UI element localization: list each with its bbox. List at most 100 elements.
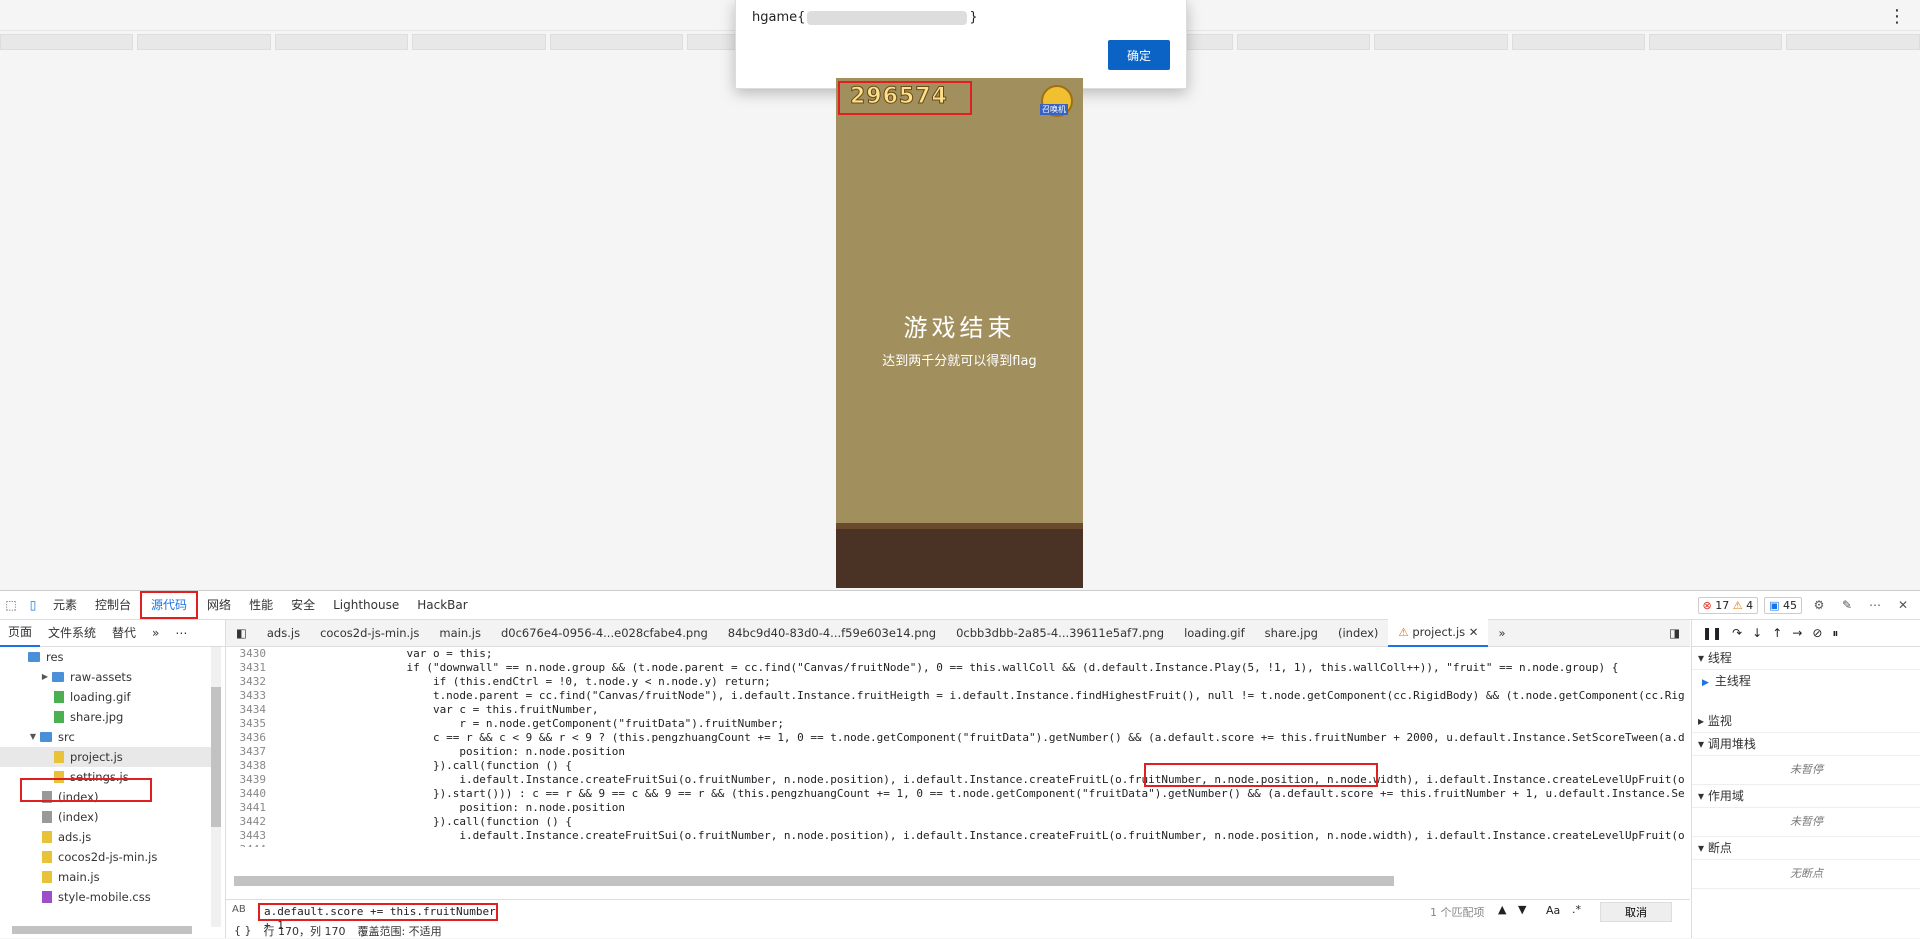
code-area[interactable]: 3430 var o = this; 3431 if ("downwall" ==… — [226, 647, 1690, 847]
toggle-navigator-icon[interactable]: ◧ — [226, 620, 257, 646]
tree-item[interactable]: share.jpg — [0, 707, 215, 727]
file-tab[interactable]: 84bc9d40-83d0-4...f59e603e14.png — [718, 620, 946, 646]
code-line[interactable]: 3442 }).call(function () { — [226, 815, 1690, 829]
line-number[interactable]: 3440 — [226, 787, 274, 801]
close-tab-icon[interactable]: ✕ — [1469, 625, 1479, 639]
tree-item[interactable]: loading.gif — [0, 687, 215, 707]
file-tab[interactable]: cocos2d-js-min.js — [310, 620, 429, 646]
tab-performance[interactable]: 性能 — [240, 591, 282, 619]
scope-header[interactable]: ▾ 作用域 — [1692, 785, 1920, 808]
tab-filesystem[interactable]: 文件系统 — [40, 620, 104, 646]
tree-item[interactable]: (index) — [0, 807, 215, 827]
tree-item[interactable]: cocos2d-js-min.js — [0, 847, 215, 867]
collapse-icon[interactable]: ▼ — [28, 727, 38, 747]
code-line[interactable]: 3443 i.default.Instance.createFruitSui(o… — [226, 829, 1690, 843]
prev-match-icon[interactable]: ▲ — [1498, 903, 1506, 916]
file-tab[interactable]: (index) — [1328, 620, 1388, 646]
line-number[interactable]: 3431 — [226, 661, 274, 675]
deactivate-breakpoints-icon[interactable]: ⊘ — [1812, 626, 1822, 640]
tree-item[interactable]: ▼ src — [0, 727, 215, 747]
game-canvas[interactable]: 296574 游戏结束 达到两千分就可以得到flag — [836, 78, 1083, 588]
next-match-icon[interactable]: ▼ — [1518, 903, 1526, 916]
issue-counter[interactable]: ⊗ 17 ⚠ 4 — [1697, 596, 1759, 614]
pause-icon[interactable]: ❚❚ — [1702, 626, 1722, 640]
line-number[interactable]: 3430 — [226, 647, 274, 661]
code-line[interactable]: 3439 i.default.Instance.createFruitSui(o… — [226, 773, 1690, 787]
settings-gear-icon[interactable]: ⚙ — [1808, 594, 1830, 616]
code-line[interactable]: 3433 t.node.parent = cc.find("Canvas/fru… — [226, 689, 1690, 703]
code-line[interactable]: 3430 var o = this; — [226, 647, 1690, 661]
line-number[interactable]: 3432 — [226, 675, 274, 689]
code-line[interactable]: 3435 r = n.node.getComponent("fruitData"… — [226, 717, 1690, 731]
tree-item[interactable]: ads.js — [0, 827, 215, 847]
tab-hackbar[interactable]: HackBar — [408, 591, 476, 619]
replace-toggle-icon[interactable]: AB — [232, 904, 246, 915]
tab-network[interactable]: 网络 — [198, 591, 240, 619]
match-case-button[interactable]: Aa — [1546, 904, 1560, 917]
step-over-icon[interactable]: ↷ — [1732, 626, 1742, 640]
watch-header[interactable]: ▸ 监视 — [1692, 710, 1920, 733]
line-number[interactable]: 3443 — [226, 829, 274, 843]
code-line[interactable]: 3437 position: n.node.position — [226, 745, 1690, 759]
file-tab[interactable]: d0c676e4-0956-4...e028cfabe4.png — [491, 620, 718, 646]
tree-item[interactable]: main.js — [0, 867, 215, 887]
regex-icon[interactable]: .* — [1572, 903, 1581, 916]
code-line[interactable]: 3444 — [226, 843, 1690, 847]
tab-lighthouse[interactable]: Lighthouse — [324, 591, 408, 619]
file-tab[interactable]: ads.js — [257, 620, 310, 646]
step-out-icon[interactable]: ↑ — [1772, 626, 1782, 640]
editor-hscrollbar[interactable] — [234, 876, 1394, 886]
main-thread-item[interactable]: 主线程 — [1692, 670, 1920, 692]
more-tabs-icon[interactable]: » — [144, 620, 167, 646]
tab-sources[interactable]: 源代码 — [140, 591, 199, 619]
file-tab[interactable]: 0cbb3dbb-2a85-4...39611e5af7.png — [946, 620, 1174, 646]
line-number[interactable]: 3438 — [226, 759, 274, 773]
code-line[interactable]: 3436 c == r && c < 9 && r < 9 ? (this.pe… — [226, 731, 1690, 745]
message-counter[interactable]: ▣ 45 — [1764, 596, 1802, 614]
expand-icon[interactable]: ▶ — [40, 667, 50, 687]
file-tab[interactable]: share.jpg — [1255, 620, 1328, 646]
breakpoints-header[interactable]: ▾ 断点 — [1692, 837, 1920, 860]
code-line[interactable]: 3438 }).call(function () { — [226, 759, 1690, 773]
tree-item[interactable]: ▶ raw-assets — [0, 667, 215, 687]
line-number[interactable]: 3433 — [226, 689, 274, 703]
line-number[interactable]: 3437 — [226, 745, 274, 759]
code-line[interactable]: 3431 if ("downwall" == n.node.group && (… — [226, 661, 1690, 675]
line-number[interactable]: 3444 — [226, 843, 274, 847]
line-number[interactable]: 3439 — [226, 773, 274, 787]
threads-header[interactable]: ▾ 线程 — [1692, 647, 1920, 670]
code-line[interactable]: 3434 var c = this.fruitNumber, — [226, 703, 1690, 717]
step-icon[interactable]: → — [1792, 626, 1802, 640]
tab-overrides[interactable]: 替代 — [104, 620, 144, 646]
more-tabs-icon[interactable]: » — [1488, 620, 1515, 646]
file-tab[interactable]: loading.gif — [1174, 620, 1255, 646]
device-toggle-icon[interactable]: ▯ — [22, 594, 44, 616]
tab-elements[interactable]: 元素 — [44, 591, 86, 619]
feedback-icon[interactable]: ✎ — [1836, 594, 1858, 616]
tree-item[interactable]: style-mobile.css — [0, 887, 215, 907]
find-input[interactable]: a.default.score += this.fruitNumber + 1 — [258, 903, 498, 932]
code-line[interactable]: 3441 position: n.node.position — [226, 801, 1690, 815]
toggle-debugger-icon[interactable]: ◨ — [1659, 620, 1690, 646]
tab-security[interactable]: 安全 — [282, 591, 324, 619]
pause-on-exceptions-icon[interactable]: ⏸ — [1832, 626, 1838, 641]
code-line[interactable]: 3432 if (this.endCtrl = !0, t.node.y < n… — [226, 675, 1690, 689]
browser-menu-icon[interactable]: ⋮ — [1888, 6, 1906, 27]
more-options-icon[interactable]: ⋯ — [1864, 594, 1886, 616]
step-into-icon[interactable]: ↓ — [1752, 626, 1762, 640]
navigator-hscrollbar[interactable] — [12, 926, 192, 934]
file-tab-active[interactable]: ⚠ project.js ✕ — [1388, 619, 1489, 647]
navigator-menu-icon[interactable]: ⋯ — [167, 620, 195, 646]
cancel-button[interactable]: 取消 — [1600, 902, 1672, 922]
file-tab[interactable]: main.js — [429, 620, 491, 646]
tab-console[interactable]: 控制台 — [86, 591, 140, 619]
line-number[interactable]: 3434 — [226, 703, 274, 717]
tab-page[interactable]: 页面 — [0, 619, 41, 647]
code-line[interactable]: 3440 }).start())) : c == r && 9 == c && … — [226, 787, 1690, 801]
close-icon[interactable]: ✕ — [1892, 594, 1914, 616]
inspect-icon[interactable]: ⬚ — [0, 594, 22, 616]
line-number[interactable]: 3442 — [226, 815, 274, 829]
line-number[interactable]: 3441 — [226, 801, 274, 815]
callstack-header[interactable]: ▾ 调用堆栈 — [1692, 733, 1920, 756]
scroll-thumb[interactable] — [211, 687, 221, 827]
